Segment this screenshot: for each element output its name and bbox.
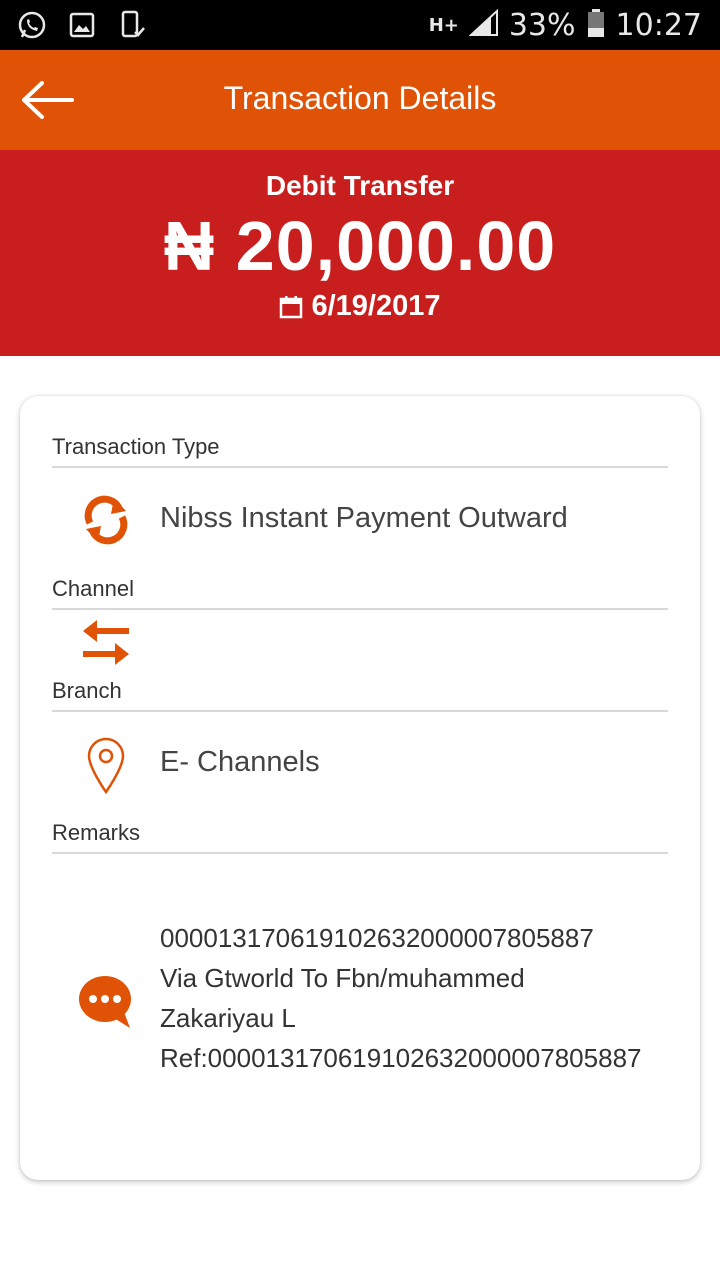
system-status: H+ 33% 10:27 <box>429 0 702 50</box>
page-title: Transaction Details <box>223 80 497 116</box>
transaction-date: 6/19/2017 <box>311 290 441 322</box>
transaction-type-value: Nibss Instant Payment Outward <box>160 502 568 534</box>
gallery-icon <box>66 9 98 41</box>
transaction-type-label: Transaction Type <box>52 434 668 468</box>
refresh-icon <box>78 492 134 548</box>
status-bar: H+ 33% 10:27 <box>0 0 720 50</box>
phone-check-icon <box>116 9 148 41</box>
remarks-value: 000013170619102632000007805887 Via Gtwor… <box>160 923 642 1073</box>
branch-label: Branch <box>52 678 668 712</box>
calendar-icon <box>280 295 303 318</box>
transaction-amount: ₦ 20,000.00 <box>163 207 557 285</box>
network-type: H+ <box>428 14 459 36</box>
transaction-summary: Debit Transfer ₦ 20,000.00 6/19/2017 <box>0 150 720 356</box>
branch-value: E- Channels <box>160 746 320 778</box>
transaction-kind: Debit Transfer <box>265 170 455 201</box>
transaction-date-row: 6/19/2017 <box>0 290 720 323</box>
chat-bubble-icon <box>78 974 134 1030</box>
battery-percent: 33% <box>508 7 576 43</box>
battery-icon <box>586 8 606 43</box>
details-card: Transaction Type Nibss Instant Payment O… <box>20 396 700 1180</box>
remarks-label: Remarks <box>52 820 668 854</box>
signal-icon <box>468 8 499 42</box>
channel-label: Channel <box>52 576 668 610</box>
notification-icons <box>16 9 148 41</box>
transfer-arrows-icon <box>78 614 134 670</box>
app-bar: Transaction Details <box>0 50 720 150</box>
location-pin-icon <box>78 734 134 796</box>
clock: 10:27 <box>615 7 702 43</box>
whatsapp-icon <box>16 9 48 41</box>
